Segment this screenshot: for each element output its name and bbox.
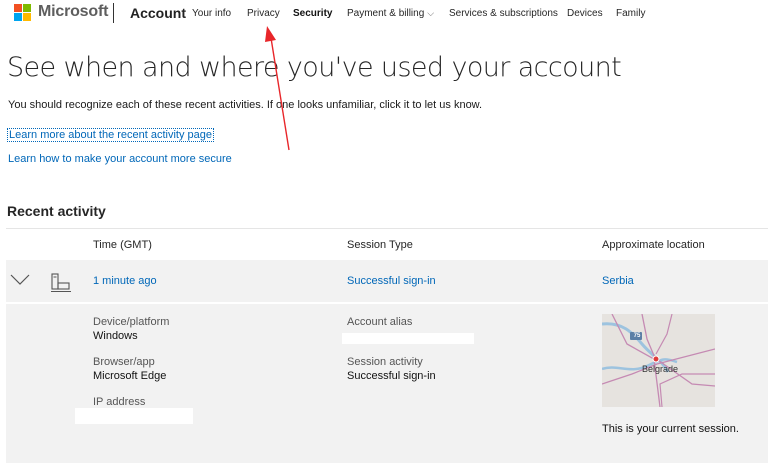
location-map[interactable]: 75 Belgrade bbox=[602, 314, 715, 407]
browser-app-value: Microsoft Edge bbox=[93, 370, 167, 382]
activity-table-header: Time (GMT) Session Type Approximate loca… bbox=[6, 228, 768, 259]
activity-detail-panel: Device/platform Windows Browser/app Micr… bbox=[6, 304, 768, 463]
session-activity-value: Successful sign-in bbox=[347, 370, 436, 382]
nav-services-subscriptions[interactable]: Services & subscriptions bbox=[449, 8, 558, 19]
nav-devices[interactable]: Devices bbox=[567, 8, 603, 19]
top-navigation-bar: Microsoft Account Your info Privacy Secu… bbox=[0, 0, 768, 28]
nav-family[interactable]: Family bbox=[616, 8, 645, 19]
current-session-note: This is your current session. bbox=[602, 423, 739, 435]
map-road-badge: 75 bbox=[633, 333, 641, 339]
chevron-down-icon[interactable] bbox=[10, 274, 30, 286]
intro-text: You should recognize each of these recen… bbox=[8, 99, 483, 111]
ip-address-redaction bbox=[75, 408, 193, 424]
nav-your-info[interactable]: Your info bbox=[192, 8, 231, 19]
secure-account-link[interactable]: Learn how to make your account more secu… bbox=[8, 153, 232, 165]
device-platform-value: Windows bbox=[93, 330, 138, 342]
column-session-type: Session Type bbox=[347, 239, 413, 251]
nav-payment-billing-label: Payment & billing bbox=[347, 8, 425, 19]
microsoft-logo-icon[interactable] bbox=[14, 4, 31, 21]
brand-name[interactable]: Microsoft bbox=[38, 3, 108, 21]
activity-location[interactable]: Serbia bbox=[602, 275, 634, 287]
ip-address-label: IP address bbox=[93, 396, 146, 408]
account-title[interactable]: Account bbox=[130, 5, 186, 21]
map-city-label: Belgrade bbox=[642, 364, 679, 374]
map-graphic bbox=[602, 314, 715, 407]
activity-row[interactable]: 1 minute ago Successful sign-in Serbia bbox=[6, 260, 768, 302]
account-alias-label: Account alias bbox=[347, 316, 413, 328]
recent-activity-info-link[interactable]: Learn more about the recent activity pag… bbox=[7, 128, 215, 142]
activity-time[interactable]: 1 minute ago bbox=[93, 275, 157, 287]
session-activity-label: Session activity bbox=[347, 356, 423, 368]
page-title: See when and where you've used your acco… bbox=[7, 52, 622, 83]
nav-payment-billing[interactable]: Payment & billing ⌵ bbox=[347, 8, 434, 19]
column-location: Approximate location bbox=[602, 239, 705, 251]
browser-app-label: Browser/app bbox=[93, 356, 155, 368]
chevron-down-icon: ⌵ bbox=[427, 8, 435, 18]
nav-privacy[interactable]: Privacy bbox=[247, 8, 280, 19]
nav-security[interactable]: Security bbox=[293, 8, 332, 19]
recent-activity-heading: Recent activity bbox=[7, 203, 106, 219]
header-divider bbox=[113, 3, 114, 23]
activity-session-type[interactable]: Successful sign-in bbox=[347, 275, 436, 287]
account-alias-redaction bbox=[342, 333, 474, 344]
device-platform-label: Device/platform bbox=[93, 316, 170, 328]
column-time: Time (GMT) bbox=[93, 239, 152, 251]
computer-icon bbox=[51, 273, 71, 293]
